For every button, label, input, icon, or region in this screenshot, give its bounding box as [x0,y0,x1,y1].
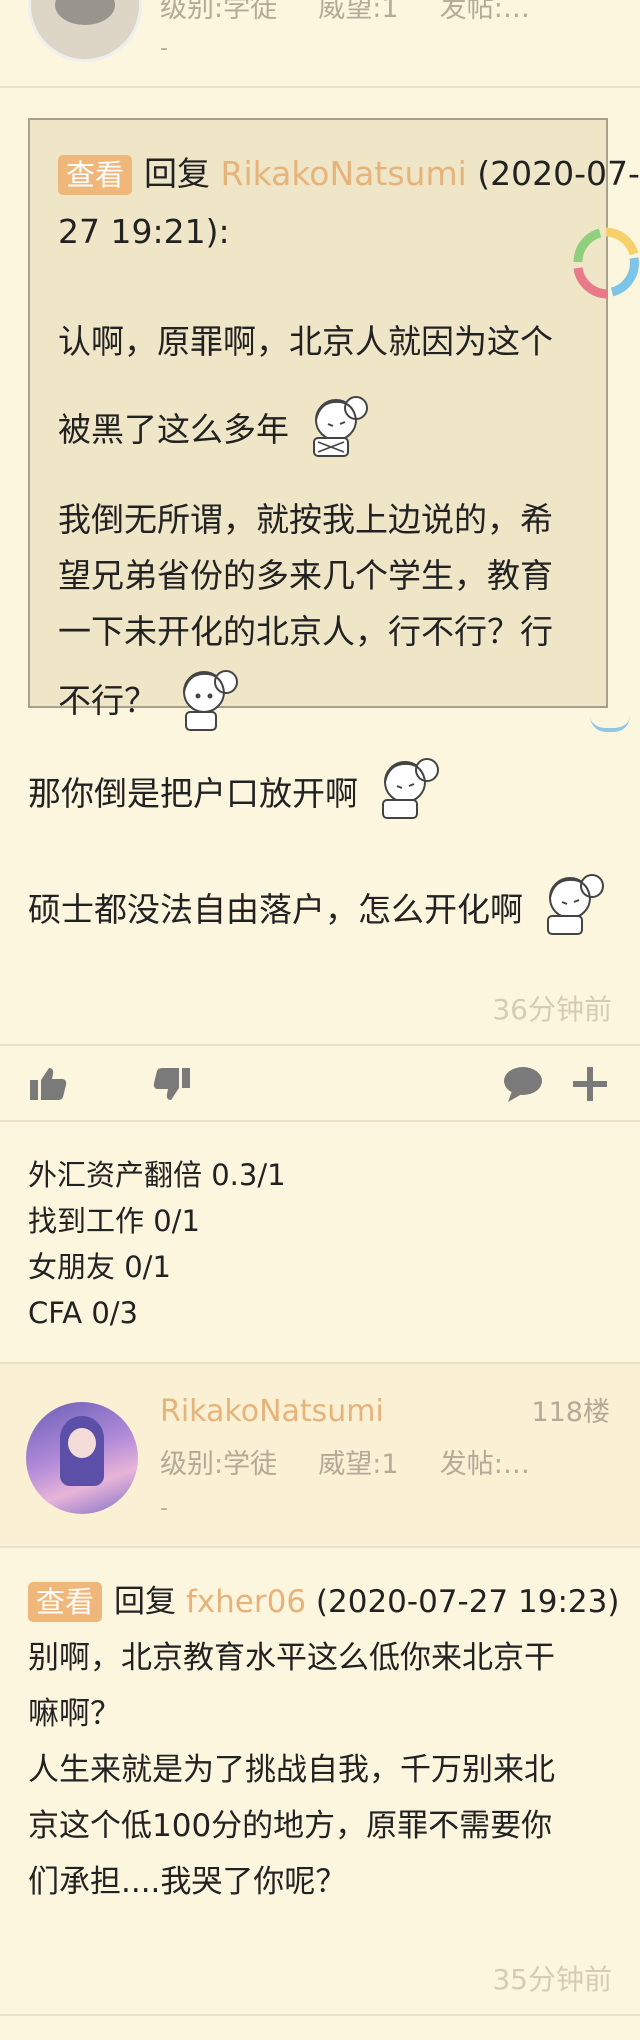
reply-date: (2020-07-27 19:23) [315,1584,620,1620]
username[interactable]: RikakoNatsumi [160,1394,384,1429]
quote-line: 被黑了这么多年 [58,410,289,449]
divider [0,2014,640,2016]
signature-line: 找到工作 0/1 [28,1204,200,1238]
quote-line: 不行？ [58,681,157,720]
quote-date-2: 27 19:21): [58,212,230,251]
quote-line: 望兄弟省份的多来几个学生，教育 [58,556,553,595]
post-line: 别啊，北京教育水平这么低你来北京干 [28,1640,555,1676]
prev-user-dash: - [160,36,168,61]
user-meta: 级别:学徒 威望:1 发帖:… [160,1442,530,1481]
prev-user-meta: 级别:学徒 威望:1 发帖:… [160,0,530,25]
divider [0,86,640,88]
user-posts: 发帖:… [439,1449,530,1480]
post-timestamp: 35分钟前 [492,1963,612,1996]
user-prestige: 威望:1 [318,1449,399,1480]
divider [0,1044,640,1046]
quoted-username[interactable]: fxher06 [186,1584,306,1620]
divider [0,1546,640,1548]
decor-arc [590,716,630,732]
prev-user-avatar[interactable] [28,0,142,62]
divider [0,1120,640,1122]
post-line: 硕士都没法自由落户，怎么开化啊 [28,890,523,929]
signature-line: 外汇资产翻倍 0.3/1 [28,1158,286,1192]
loading-ring-icon [566,224,640,308]
post-line: 京这个低100分的地方，原罪不需要你 [28,1808,553,1844]
view-quote-button[interactable]: 查看 [28,1582,103,1622]
comment-bubble-icon[interactable] [502,1064,544,1108]
prev-posts: 发帖:… [439,0,530,24]
reply-label: 回复 [114,1584,177,1620]
floor-number: 118楼 [531,1397,610,1428]
anime-emoji-icon [300,390,378,473]
post-line: 嘛啊？ [28,1696,121,1732]
user-avatar[interactable] [26,1402,138,1514]
quote-line: 一下未开化的北京人，行不行？行 [58,612,553,651]
user-dash: - [160,1496,168,1521]
signature-line: 女朋友 0/1 [28,1250,171,1284]
quote-line: 认啊，原罪啊，北京人就因为这个 [58,322,553,361]
reply-label: 回复 [144,154,211,193]
post-line: 那你倒是把户口放开啊 [28,774,358,813]
prev-prestige: 威望:1 [318,0,399,24]
post-timestamp: 36分钟前 [492,993,612,1026]
user-level: 级别:学徒 [160,1449,278,1480]
quote-line: 我倒无所谓，就按我上边说的，希 [58,500,553,539]
divider [0,1362,640,1364]
anime-emoji-icon [168,660,248,745]
anime-emoji-icon [534,868,614,955]
thumbs-down-icon[interactable] [152,1064,192,1108]
view-quote-button[interactable]: 查看 [58,155,133,195]
quoted-username[interactable]: RikakoNatsumi [221,154,467,193]
signature-line: CFA 0/3 [28,1296,138,1330]
quote-box: 查看 回复 RikakoNatsumi (2020-07- 27 19:21): … [28,118,640,731]
anime-emoji-icon [369,752,449,839]
thumbs-up-icon[interactable] [28,1064,68,1108]
post-line: 们承担....我哭了你呢？ [28,1864,347,1900]
post-line: 人生来就是为了挑战自我，千万别来北 [28,1752,555,1788]
quote-date-1: (2020-07- [477,154,640,193]
plus-icon[interactable] [570,1064,610,1108]
prev-level: 级别:学徒 [160,0,278,24]
